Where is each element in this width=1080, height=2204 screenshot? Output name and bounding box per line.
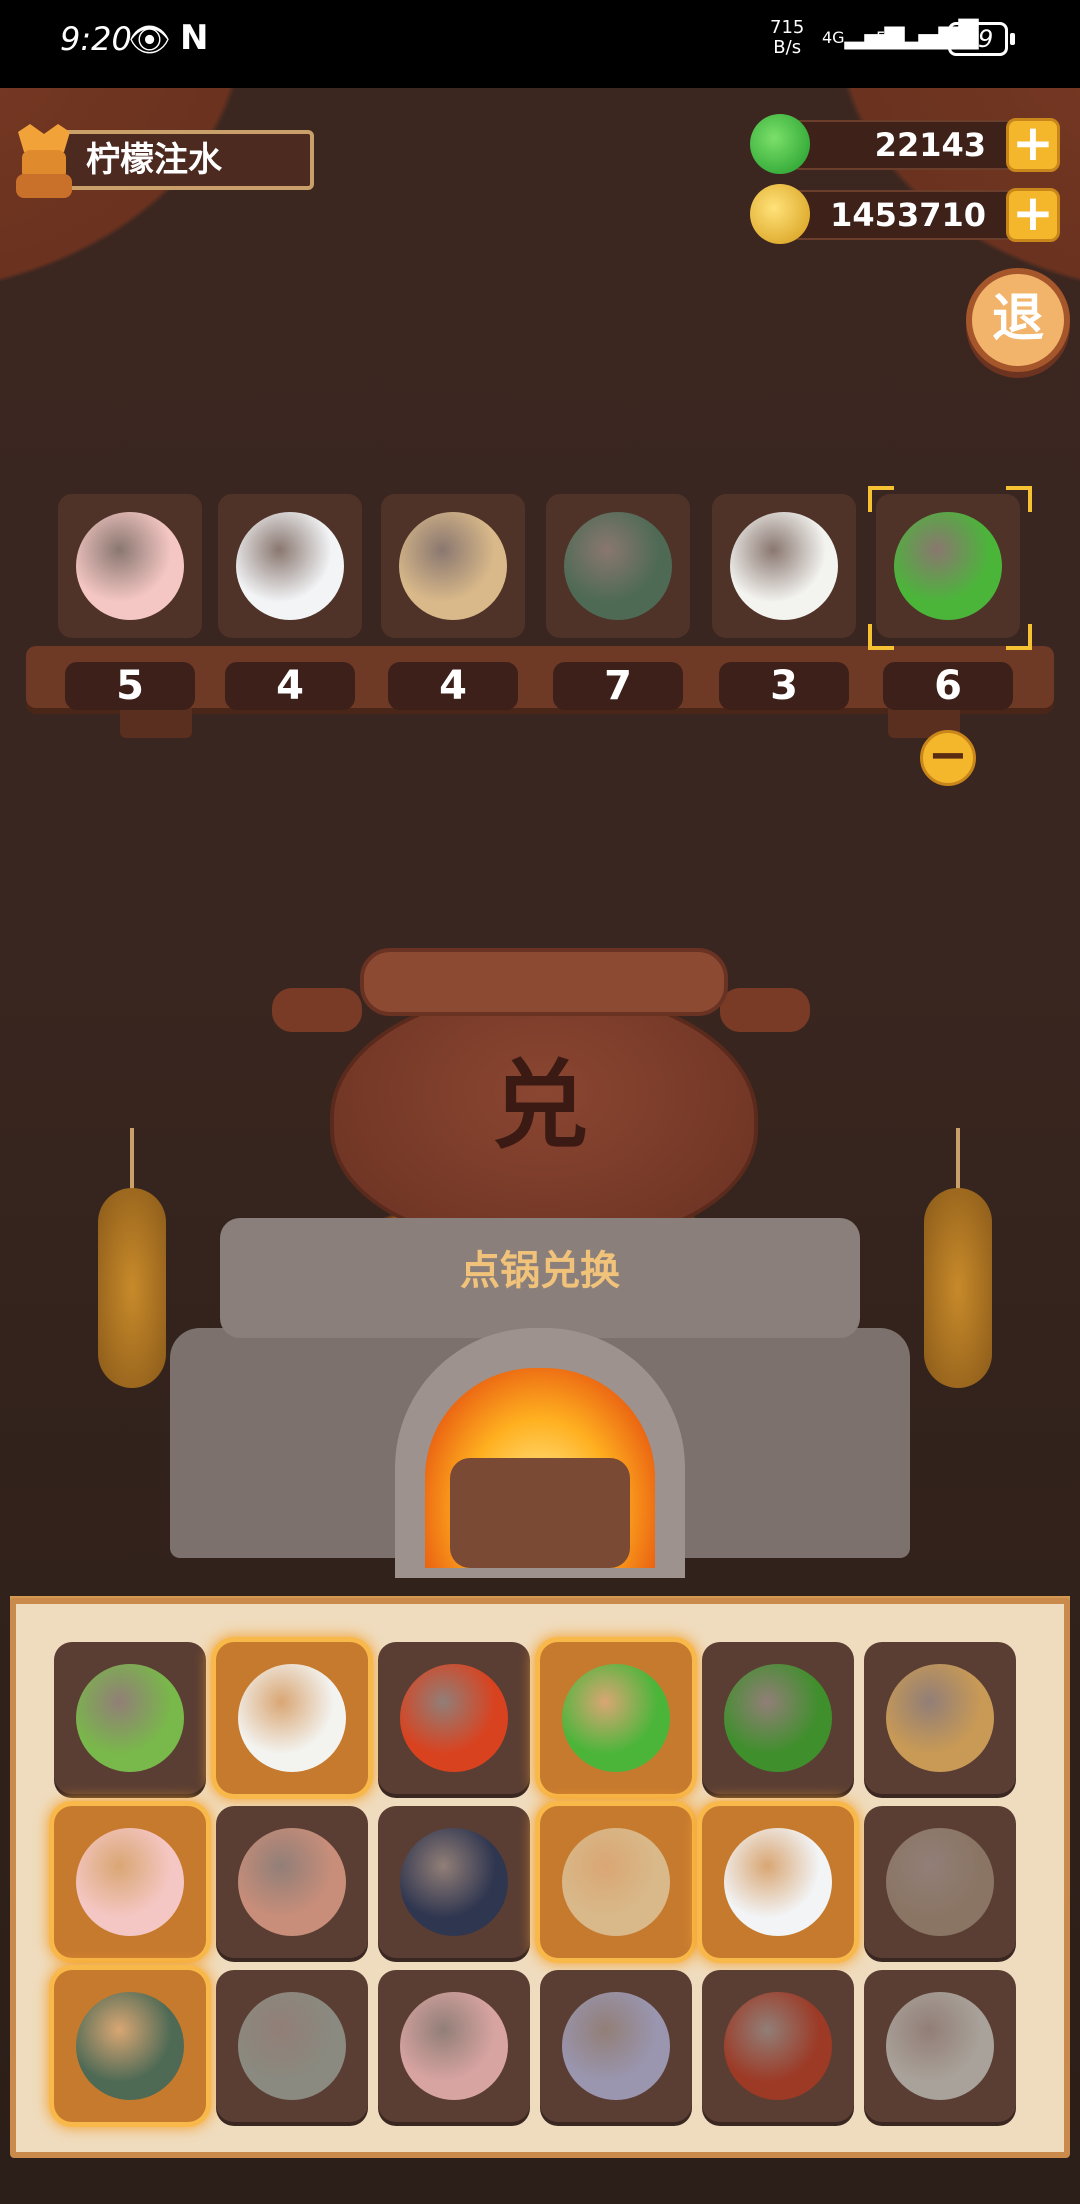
shelf-count-tofu: 3 — [719, 662, 849, 710]
hanging-corn-right — [918, 1128, 998, 1388]
shelf-slot-tofu[interactable] — [712, 494, 856, 638]
cucumber-icon — [894, 512, 1002, 620]
remove-ingredient-button[interactable]: − — [920, 730, 976, 786]
inventory-item-jar[interactable] — [864, 1806, 1016, 1958]
tofu-icon — [238, 1664, 346, 1772]
flour-sack-icon — [562, 1828, 670, 1936]
net1-label: 4G — [822, 28, 845, 47]
leek-icon — [76, 1664, 184, 1772]
battery-level: 69 — [962, 25, 994, 53]
inventory-item-squid[interactable] — [540, 1970, 692, 2122]
inventory-item-potato[interactable] — [864, 1642, 1016, 1794]
selection-corner — [1006, 624, 1032, 650]
ingredient-inventory — [10, 1598, 1070, 2158]
inventory-item-chicken[interactable] — [54, 1806, 206, 1958]
inventory-item-shrimp[interactable] — [216, 1970, 368, 2122]
shelf-slot-crab[interactable] — [546, 494, 690, 638]
nfc-icon: N — [180, 18, 209, 58]
network-speed-unit: B/s — [773, 37, 802, 58]
exit-button[interactable]: 退 — [966, 268, 1070, 372]
crab-icon — [76, 1992, 184, 2100]
clam-icon — [886, 1992, 994, 2100]
exchange-label: 点锅兑换 — [460, 1248, 620, 1294]
jar-icon — [886, 1828, 994, 1936]
shelf-count-crab: 7 — [553, 662, 683, 710]
inventory-item-duck[interactable] — [378, 1970, 530, 2122]
tomato-icon — [400, 1664, 508, 1772]
jade-icon — [750, 114, 810, 174]
corn-bunch — [924, 1188, 992, 1388]
crab-icon — [564, 512, 672, 620]
fish-icon — [400, 1828, 508, 1936]
jade-counter: 22143 + — [750, 114, 1060, 174]
selection-corner — [868, 624, 894, 650]
inventory-item-clam[interactable] — [864, 1970, 1016, 2122]
shelf-count-flour-sack: 4 — [388, 662, 518, 710]
pot-glyph: 兑 — [492, 1050, 588, 1162]
shelf-count-cucumber: 6 — [883, 662, 1013, 710]
shelf-count-rice-bowl: 4 — [225, 662, 355, 710]
duck-icon — [400, 1992, 508, 2100]
corn-bunch — [98, 1188, 166, 1388]
stove[interactable]: 点锅兑换 — [170, 1218, 910, 1578]
selection-corner — [1006, 486, 1032, 512]
jade-amount: 22143 — [790, 120, 1040, 170]
shelf-peg — [120, 708, 192, 738]
firewood-logs — [450, 1458, 630, 1568]
cucumber-icon — [562, 1664, 670, 1772]
tofu-icon — [730, 512, 838, 620]
green-pepper-icon — [724, 1664, 832, 1772]
inventory-item-rice-bowl[interactable] — [702, 1806, 854, 1958]
inventory-item-crab[interactable] — [54, 1970, 206, 2122]
squid-icon — [562, 1992, 670, 2100]
status-time: 9:20 — [60, 20, 132, 58]
coin-icon — [750, 184, 810, 244]
chicken-icon — [76, 512, 184, 620]
inventory-item-cucumber[interactable] — [540, 1642, 692, 1794]
battery-icon: 69 — [948, 22, 1015, 56]
chef-avatar-icon — [16, 124, 72, 198]
shelf-slot-cucumber[interactable] — [876, 494, 1020, 638]
shelf-count-chicken: 5 — [65, 662, 195, 710]
coin-amount: 1453710 — [790, 190, 1040, 240]
network-speed: 715 B/s — [770, 18, 804, 58]
inventory-item-flour-sack[interactable] — [540, 1806, 692, 1958]
player-name: 柠檬注水 — [52, 130, 314, 190]
add-coins-button[interactable]: + — [1006, 188, 1060, 242]
selection-corner — [868, 486, 894, 512]
pot-rim — [360, 948, 728, 1016]
inventory-item-fish[interactable] — [378, 1806, 530, 1958]
shrimp-icon — [238, 1992, 346, 2100]
flour-sack-icon — [399, 512, 507, 620]
inventory-item-tofu[interactable] — [216, 1642, 368, 1794]
inventory-item-tomato[interactable] — [378, 1642, 530, 1794]
egg-icon — [238, 1828, 346, 1936]
coin-counter: 1453710 + — [750, 184, 1060, 244]
chicken-icon — [76, 1828, 184, 1936]
rice-bowl-icon — [724, 1828, 832, 1936]
player-panel[interactable]: 柠檬注水 — [8, 122, 314, 198]
rice-bowl-icon — [236, 512, 344, 620]
inventory-item-egg[interactable] — [216, 1806, 368, 1958]
meat-icon — [724, 1992, 832, 2100]
status-bar: 9:20 👁 N 715 B/s 4G▂▄▆ 5G▂▄▆█ 69 — [0, 0, 1080, 88]
shelf-slot-rice-bowl[interactable] — [218, 494, 362, 638]
net2-label: 5G — [876, 28, 899, 47]
add-jade-button[interactable]: + — [1006, 118, 1060, 172]
shelf-slot-chicken[interactable] — [58, 494, 202, 638]
inventory-item-meat[interactable] — [702, 1970, 854, 2122]
potato-icon — [886, 1664, 994, 1772]
shelf-slot-flour-sack[interactable] — [381, 494, 525, 638]
eye-icon: 👁 — [128, 20, 172, 60]
network-speed-value: 715 — [770, 17, 805, 38]
inventory-item-leek[interactable] — [54, 1642, 206, 1794]
inventory-item-green-pepper[interactable] — [702, 1642, 854, 1794]
hanging-corn-left — [92, 1128, 172, 1388]
